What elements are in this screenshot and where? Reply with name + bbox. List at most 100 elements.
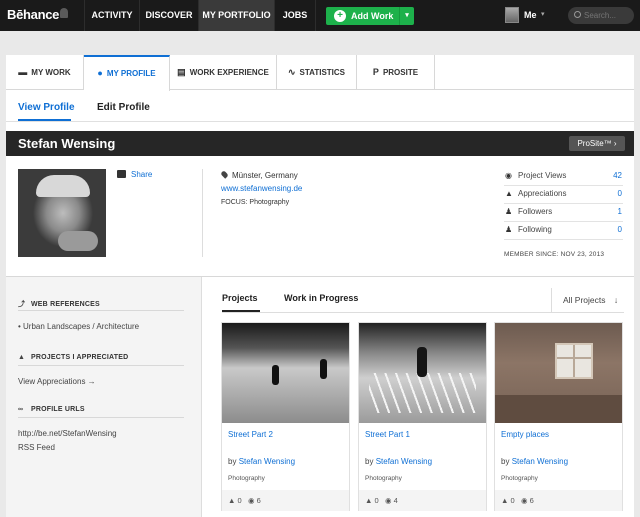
thumbs-up-icon: ▲: [365, 496, 373, 505]
stat-following: ♟ Following 0: [504, 222, 623, 240]
add-work-label: Add Work: [351, 11, 394, 21]
photo-detail: [58, 231, 98, 251]
subtab-view-profile[interactable]: View Profile: [18, 102, 75, 113]
profile-location: Münster, Germany: [232, 171, 298, 180]
chevron-down-icon[interactable]: ▾: [541, 10, 545, 18]
project-stats: ▲ 0 ◉ 6: [495, 490, 622, 511]
share-icon[interactable]: [117, 170, 126, 178]
project-title[interactable]: Empty places: [501, 430, 549, 439]
member-since: MEMBER SINCE: NOV 23, 2013: [504, 251, 605, 258]
photo-detail: [495, 395, 622, 423]
eye-icon: ◉: [247, 496, 255, 505]
photo-detail: [272, 365, 279, 385]
eye-icon: ◉: [520, 496, 528, 505]
plus-icon: +: [334, 10, 346, 22]
photo-detail: [417, 347, 427, 377]
profile-website-link[interactable]: www.stefanwensing.de: [221, 184, 302, 193]
project-stats: ▲ 0 ◉ 4: [359, 490, 486, 511]
nav-jobs[interactable]: JOBS: [274, 0, 316, 31]
top-navbar: Bēhance ACTIVITY DISCOVER MY PORTFOLIO J…: [0, 0, 640, 31]
stat-appreciations: ▲ Appreciations 0: [504, 186, 623, 204]
tab-prosite[interactable]: P PROSITE: [357, 55, 435, 90]
divider: [18, 417, 184, 418]
web-references-heading: ⤴ WEB REFERENCES: [18, 301, 100, 308]
project-card[interactable]: Street Part 2 by Stefan Wensing Photogra…: [221, 322, 350, 511]
tab-my-profile[interactable]: ● MY PROFILE: [84, 55, 170, 91]
eye-icon: ◉: [384, 496, 392, 505]
stat-project-views: ◉ Project Views 42: [504, 168, 623, 186]
project-thumbnail[interactable]: [222, 323, 349, 423]
project-stats: ▲ 0 ◉ 6: [222, 490, 349, 511]
profile-url-link[interactable]: http://be.net/StefanWensing: [18, 429, 117, 438]
projects-appreciated-heading: ▲ PROJECTS I APPRECIATED: [18, 354, 129, 361]
following-icon: ♟: [505, 225, 513, 234]
profile-sidebar: [6, 277, 202, 517]
arrow-down-icon: ↓: [613, 295, 619, 305]
profile-name: Stefan Wensing: [18, 136, 116, 151]
document-icon: ▤: [177, 67, 186, 77]
search-icon: [574, 11, 581, 18]
project-author: by Stefan Wensing: [365, 457, 433, 466]
divider: [18, 365, 184, 366]
all-projects-dropdown[interactable]: All Projects ↓: [551, 288, 623, 312]
divider: [6, 121, 634, 122]
project-category: Photography: [501, 475, 538, 482]
portfolio-tabs: ▬ MY WORK ● MY PROFILE ▤ WORK EXPERIENCE ∿ S…: [6, 55, 634, 91]
project-thumbnail[interactable]: [359, 323, 486, 423]
briefcase-icon: ▬: [18, 67, 28, 77]
nav-activity[interactable]: ACTIVITY: [84, 0, 139, 31]
user-avatar[interactable]: [505, 7, 519, 23]
project-title[interactable]: Street Part 1: [365, 430, 410, 439]
tab-projects[interactable]: Projects: [222, 293, 258, 303]
link-icon: ⤴: [18, 301, 26, 308]
chevron-down-icon[interactable]: ▾: [399, 7, 414, 25]
stat-followers: ♟ Followers 1: [504, 204, 623, 222]
link-icon: ∞: [18, 406, 24, 413]
project-card[interactable]: Street Part 1 by Stefan Wensing Photogra…: [358, 322, 487, 511]
eye-icon: ◉: [505, 171, 512, 180]
divider: [202, 169, 203, 257]
project-category: Photography: [228, 475, 265, 482]
add-work-button[interactable]: + Add Work ▾: [326, 7, 414, 25]
share-link[interactable]: Share: [131, 170, 152, 179]
rss-feed-link[interactable]: RSS Feed: [18, 443, 55, 452]
tab-statistics[interactable]: ∿ STATISTICS: [277, 55, 357, 90]
profile-photo: [18, 169, 106, 257]
user-menu-label[interactable]: Me: [524, 10, 537, 20]
pulse-icon: ∿: [287, 67, 296, 77]
focus-value: Photography: [249, 199, 290, 206]
p-icon: P: [372, 67, 379, 77]
user-icon: ●: [97, 68, 103, 78]
project-category: Photography: [365, 475, 402, 482]
project-title[interactable]: Street Part 2: [228, 430, 273, 439]
project-thumbnail[interactable]: [495, 323, 622, 423]
profile-focus: FOCUS: Photography: [221, 199, 289, 206]
divider: [222, 312, 624, 313]
project-card[interactable]: Empty places by Stefan Wensing Photograp…: [494, 322, 623, 511]
view-appreciations-link[interactable]: View Appreciations →: [18, 377, 96, 386]
thumbs-up-icon: ▲: [18, 354, 26, 361]
focus-label: FOCUS:: [221, 199, 248, 206]
nav-my-portfolio[interactable]: MY PORTFOLIO: [198, 0, 274, 31]
nav-discover[interactable]: DISCOVER: [139, 0, 198, 31]
tab-work-in-progress[interactable]: Work in Progress: [284, 293, 358, 303]
prosite-button[interactable]: ProSite™ ›: [569, 136, 625, 151]
web-reference-item[interactable]: • Urban Landscapes / Architecture: [18, 322, 139, 331]
thumbs-up-icon: ▲: [501, 496, 509, 505]
behance-logo[interactable]: Bēhance: [7, 7, 59, 22]
subtab-edit-profile[interactable]: Edit Profile: [97, 102, 150, 113]
photo-detail: [36, 175, 90, 197]
photo-detail: [369, 373, 476, 413]
project-author: by Stefan Wensing: [501, 457, 569, 466]
profile-urls-heading: ∞ PROFILE URLS: [18, 406, 85, 413]
tab-my-work[interactable]: ▬ MY WORK: [6, 55, 84, 90]
tab-work-experience[interactable]: ▤ WORK EXPERIENCE: [170, 55, 277, 90]
project-author: by Stefan Wensing: [228, 457, 296, 466]
profile-name-bar: Stefan Wensing ProSite™ ›: [6, 131, 634, 156]
thumbs-up-icon: ▲: [505, 189, 513, 198]
followers-icon: ♟: [505, 207, 513, 216]
photo-detail: [555, 343, 593, 379]
divider: [18, 310, 184, 311]
bell-icon[interactable]: [60, 8, 68, 18]
thumbs-up-icon: ▲: [228, 496, 236, 505]
